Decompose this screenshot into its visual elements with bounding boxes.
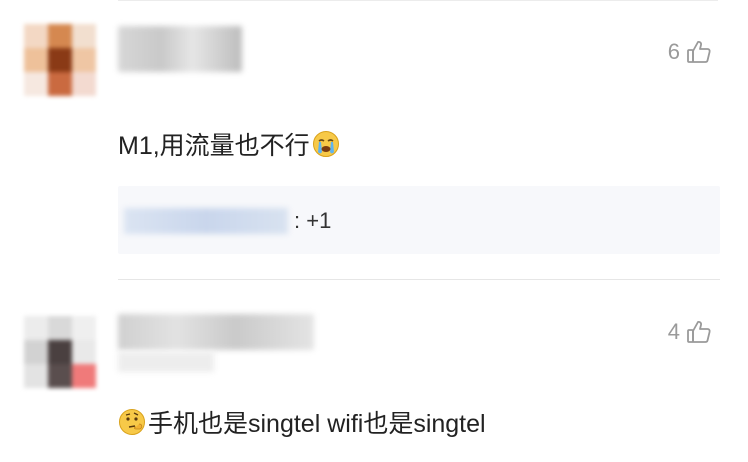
- comment-text: 手机也是singtel wifi也是singtel: [118, 404, 486, 440]
- comment-item: 6 M1,用流量也不行: +1: [0, 0, 748, 280]
- thumbs-up-icon: [686, 39, 712, 65]
- reply-box[interactable]: : +1: [118, 186, 720, 254]
- like-count: 6: [667, 39, 680, 64]
- comment-body: M1,用流量也不行: [118, 132, 310, 160]
- avatar[interactable]: [24, 24, 96, 96]
- avatar[interactable]: [24, 316, 96, 388]
- thumbs-up-icon: [686, 319, 712, 345]
- username-blurred[interactable]: [118, 26, 242, 72]
- comment-list: 6 M1,用流量也不行: +1 4 手机也是singtel wifi也是sin…: [0, 0, 748, 462]
- thinking-face-icon: [118, 408, 146, 436]
- comment-item: 4 手机也是singtel wifi也是singtel: [0, 280, 748, 462]
- reply-text: : +1: [294, 208, 332, 233]
- user-meta-blurred: [118, 352, 214, 372]
- reply-username-blurred[interactable]: [124, 208, 288, 234]
- like-button[interactable]: 6: [668, 38, 712, 66]
- crying-face-icon: [312, 130, 340, 158]
- username-blurred[interactable]: [118, 314, 314, 350]
- like-button[interactable]: 4: [668, 318, 712, 346]
- like-count: 4: [667, 319, 680, 344]
- comment-body: 手机也是singtel wifi也是singtel: [148, 410, 486, 438]
- comment-text: M1,用流量也不行: [118, 126, 340, 162]
